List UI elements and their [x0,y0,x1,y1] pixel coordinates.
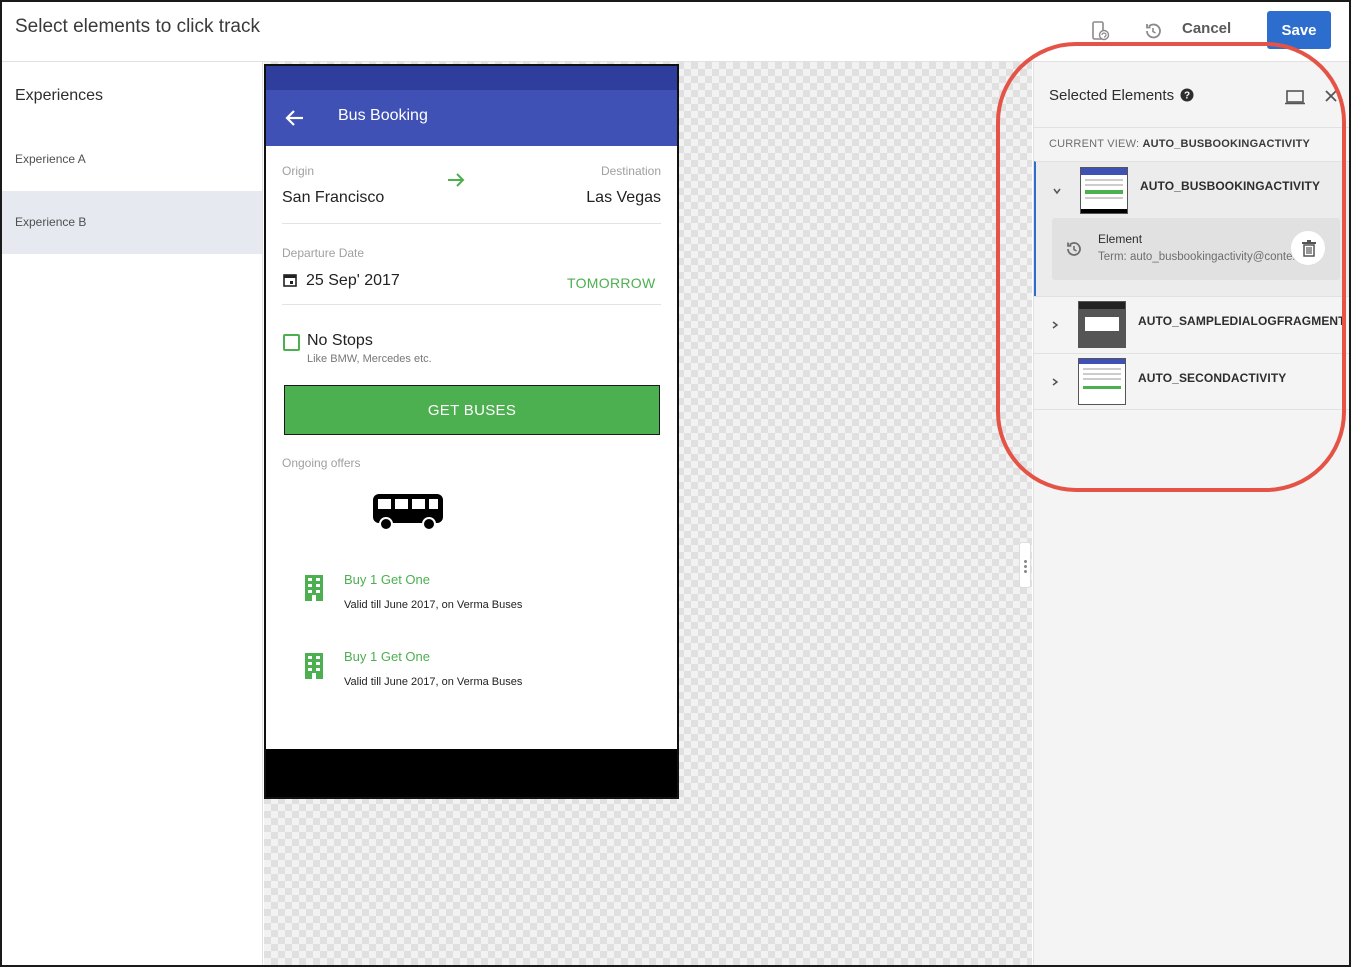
panel-header: Selected Elements ? [1034,62,1349,128]
view-row[interactable]: AUTO_BUSBOOKINGACTIVITY Element Term: au… [1034,161,1349,296]
app-bar: Bus Booking [266,90,677,146]
divider [282,304,661,305]
chevron-right-icon[interactable] [1050,377,1060,387]
history-icon [1067,242,1081,256]
experiences-panel: Experiences Experience A Experience B [2,62,263,965]
back-arrow-icon[interactable] [284,107,306,129]
view-name[interactable]: AUTO_SECONDACTIVITY [1138,371,1286,385]
calendar-icon [283,274,297,287]
navigation-bar [266,749,677,797]
element-term: Term: auto_busbookingactivity@content [1098,251,1298,263]
delete-element-button[interactable] [1290,230,1326,266]
view-name[interactable]: AUTO_BUSBOOKINGACTIVITY [1140,179,1320,193]
view-row[interactable]: AUTO_SAMPLEDIALOGFRAGMENT [1034,296,1349,353]
help-icon[interactable]: ? [1180,88,1194,102]
app-window: Select elements to click track Cancel Sa… [0,0,1351,967]
no-stops-sublabel: Like BMW, Mercedes etc. [307,353,432,365]
origin-label: Origin [282,164,315,178]
no-stops-label: No Stops [307,332,373,349]
offer-subtitle: Valid till June 2017, on Verma Buses [344,676,523,688]
destination-value[interactable]: Las Vegas [586,189,661,207]
offer-title[interactable]: Buy 1 Get One [344,649,430,664]
bus-icon [373,494,443,531]
experience-item-a[interactable]: Experience A [2,128,262,191]
selected-elements-panel: Selected Elements ? CURRENT VIEW: AUTO_B… [1033,62,1349,965]
tomorrow-link[interactable]: TOMORROW [567,275,655,291]
view-thumbnail [1078,301,1126,348]
divider [282,223,661,224]
resize-handle[interactable] [1019,542,1031,588]
departure-value[interactable]: 25 Sep' 2017 [306,272,400,290]
view-thumbnail [1080,167,1128,214]
current-view-label: CURRENT VIEW: AUTO_BUSBOOKINGACTIVITY [1049,138,1311,150]
building-icon [305,653,323,679]
page-title: Select elements to click track [15,16,260,37]
offers-label: Ongoing offers [282,456,361,470]
destination-label: Destination [600,164,661,178]
top-bar: Select elements to click track Cancel Sa… [2,2,1349,62]
save-button[interactable]: Save [1267,11,1331,49]
close-icon[interactable] [1324,89,1338,103]
building-icon [305,575,323,601]
no-stops-checkbox[interactable] [283,334,300,351]
arrow-right-icon [448,173,465,187]
element-title: Element [1098,232,1143,246]
chevron-down-icon[interactable] [1052,186,1062,196]
device-preview-icon[interactable] [1285,89,1305,105]
experience-item-b[interactable]: Experience B [2,191,262,254]
trash-icon [1302,240,1316,257]
device-sync-icon[interactable] [1089,20,1111,42]
status-bar [266,66,677,90]
phone-preview: Bus Booking Origin San Francisco Destina… [264,64,679,799]
view-thumbnail [1078,358,1126,405]
cancel-button[interactable]: Cancel [1182,20,1231,37]
view-name[interactable]: AUTO_SAMPLEDIALOGFRAGMENT [1138,314,1346,328]
departure-label: Departure Date [282,246,365,260]
get-buses-button[interactable]: GET BUSES [284,385,660,435]
offer-title[interactable]: Buy 1 Get One [344,572,430,587]
history-icon[interactable] [1142,20,1164,42]
app-title: Bus Booking [338,107,428,124]
selected-element-card[interactable]: Element Term: auto_busbookingactivity@co… [1052,218,1340,280]
current-view-value: AUTO_BUSBOOKINGACTIVITY [1142,138,1311,150]
panel-title: Selected Elements [1049,87,1175,104]
svg-text:?: ? [1184,91,1190,102]
origin-value[interactable]: San Francisco [282,189,384,207]
view-row[interactable]: AUTO_SECONDACTIVITY [1034,353,1349,410]
chevron-right-icon[interactable] [1050,320,1060,330]
offer-subtitle: Valid till June 2017, on Verma Buses [344,599,523,611]
experiences-heading: Experiences [15,87,104,104]
